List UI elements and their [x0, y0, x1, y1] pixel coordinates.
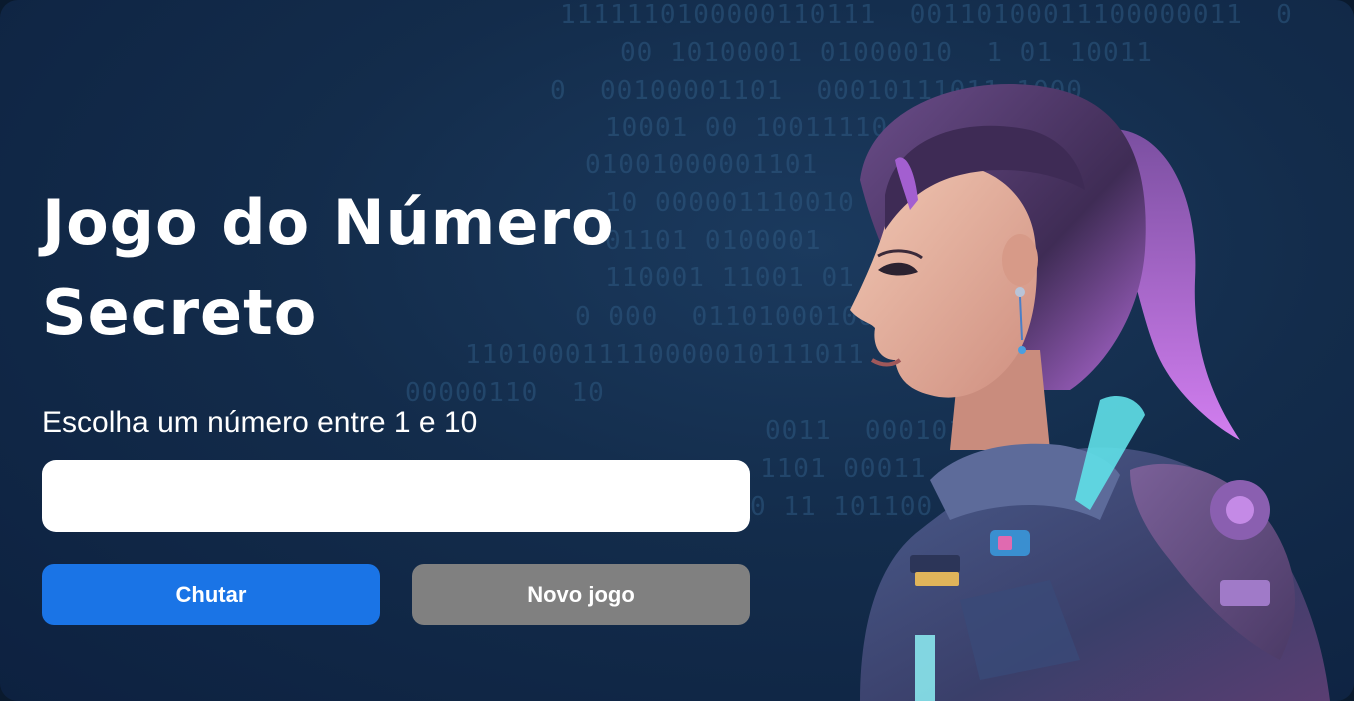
astronaut-woman-illustration	[850, 84, 1330, 701]
binary-code-row: 00000110 10	[405, 378, 605, 408]
guess-button[interactable]: Chutar	[42, 564, 380, 625]
number-range-prompt: Escolha um número entre 1 e 10	[42, 406, 478, 439]
guess-input[interactable]	[42, 460, 750, 532]
page-title: Jogo do Número Secreto	[42, 186, 615, 349]
binary-code-row: 01001000001101	[585, 150, 819, 180]
new-game-button[interactable]: Novo jogo	[412, 564, 750, 625]
game-window: 1111110100000110111 00110100011100000011…	[0, 0, 1354, 701]
binary-code-row: 1111110100000110111 00110100011100000011…	[560, 0, 1293, 30]
